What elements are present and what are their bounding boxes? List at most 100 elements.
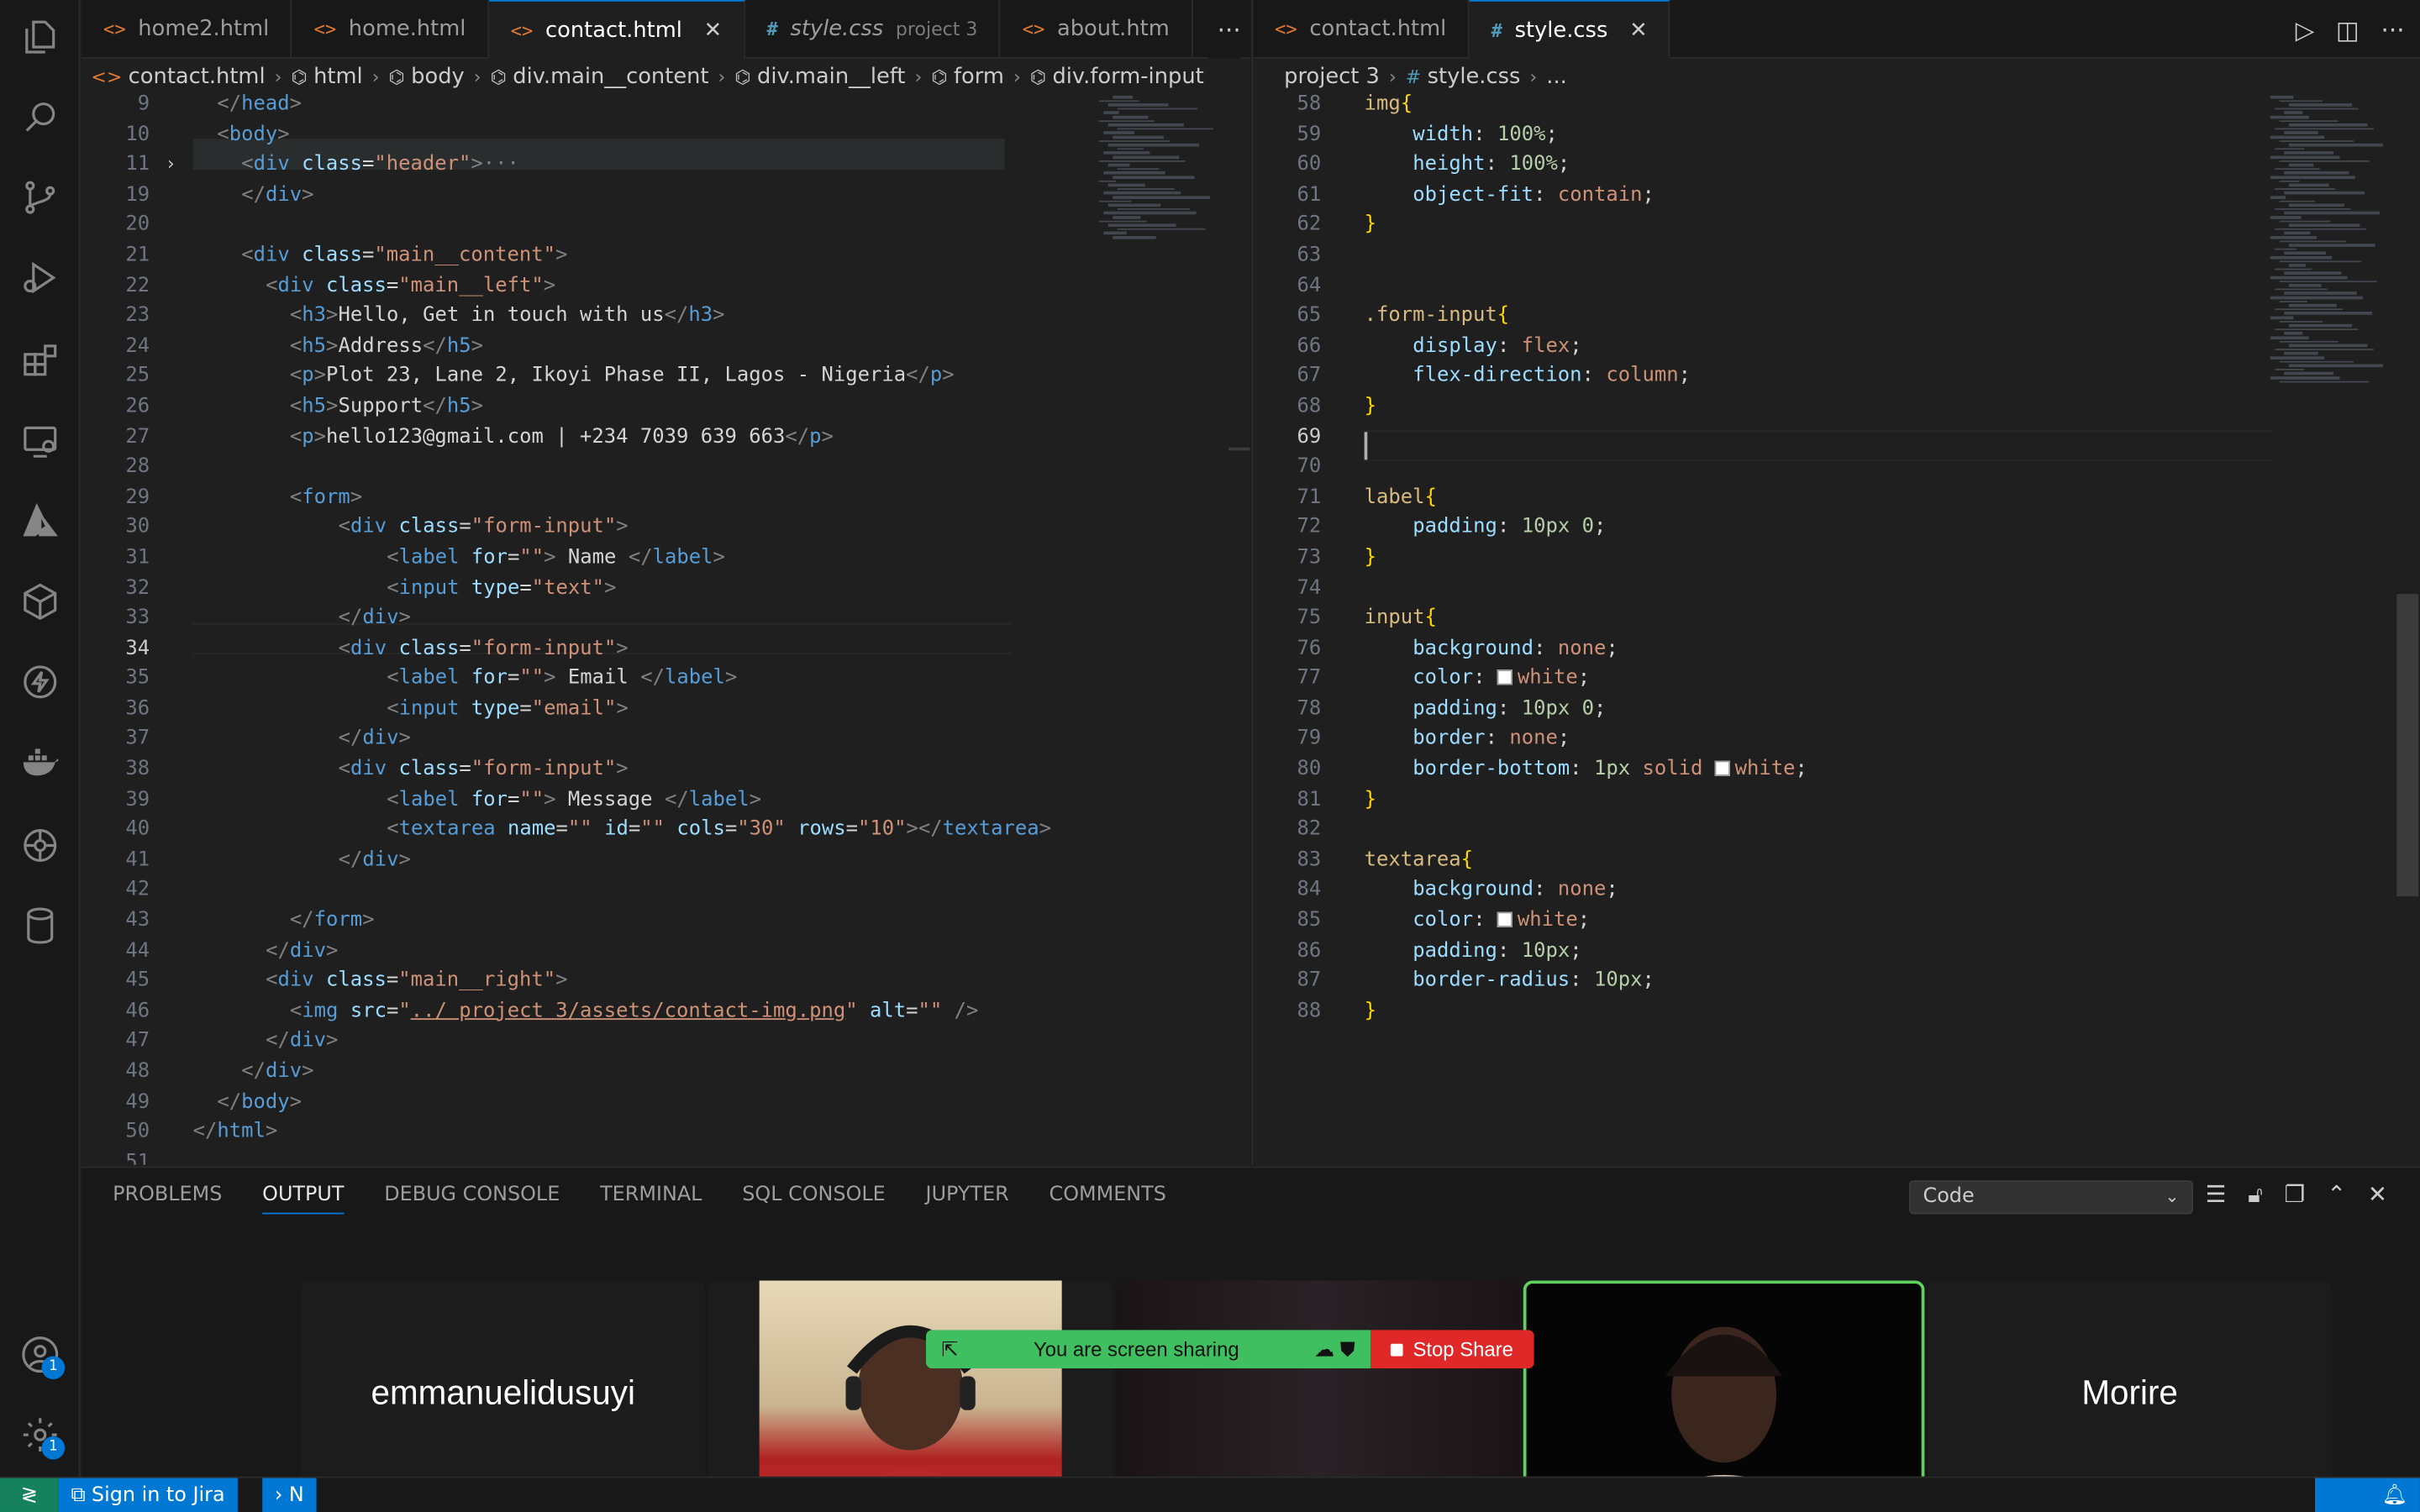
panel-tab[interactable]: COMMENTS: [1050, 1184, 1166, 1215]
code-editor-html[interactable]: 9 </head> 10 <body> 11 › <div class="header">·…: [82, 90, 1085, 1165]
tab-style-css[interactable]: # style.css project 3: [745, 0, 1002, 59]
fold-chevron-icon[interactable]: ›: [166, 150, 176, 181]
breadcrumb-item[interactable]: ⌬ div.main__content: [491, 65, 709, 89]
breadcrumb-item[interactable]: ⌬ body: [389, 65, 465, 89]
breadcrumb-item[interactable]: ⌬ html: [292, 65, 363, 89]
code-line[interactable]: 75 input{: [1253, 603, 2271, 633]
code-line[interactable]: 36 <input type="email">: [82, 694, 1085, 724]
code-line[interactable]: 78 padding: 10px 0;: [1253, 694, 2271, 724]
code-line[interactable]: 9 </head>: [82, 90, 1085, 120]
participant-video-tile-dark[interactable]: [1115, 1280, 1521, 1509]
code-line[interactable]: 20: [82, 210, 1085, 240]
code-line[interactable]: 21 <div class="main__content">: [82, 240, 1085, 270]
kubernetes-icon[interactable]: [15, 821, 65, 870]
split-editor-icon[interactable]: ◫: [2336, 14, 2360, 44]
code-line[interactable]: 69: [1253, 422, 2271, 452]
code-line[interactable]: 45 <div class="main__right">: [82, 966, 1085, 996]
code-line[interactable]: 10 <body>: [82, 120, 1085, 150]
bell-icon[interactable]: 🔔︎: [2382, 1484, 2407, 1508]
code-line[interactable]: 22 <div class="main__left">: [82, 270, 1085, 301]
tab-style-css-right[interactable]: # style.css ✕: [1469, 0, 1671, 59]
breadcrumb-item[interactable]: <> contact.html: [91, 65, 265, 89]
code-line[interactable]: 46 <img src="../ project 3/assets/contact…: [82, 996, 1085, 1026]
tab-home2-html[interactable]: <> home2.html: [82, 0, 292, 59]
code-line[interactable]: 60 height: 100%;: [1253, 150, 2271, 181]
code-line[interactable]: 88}: [1253, 996, 2271, 1026]
code-line[interactable]: 27 <p>hello123@gmail.com | +234 7039 639 …: [82, 422, 1085, 452]
scrollbar-left[interactable]: [1228, 447, 1250, 451]
code-line[interactable]: 32 <input type="text">: [82, 573, 1085, 603]
code-line[interactable]: 87 border-radius: 10px;: [1253, 966, 2271, 996]
more-actions-icon[interactable]: ···: [1218, 14, 1241, 44]
code-line[interactable]: 28: [82, 452, 1085, 482]
run-debug-icon[interactable]: [15, 253, 65, 302]
code-line[interactable]: 71 label{: [1253, 482, 2271, 512]
code-line[interactable]: 62}: [1253, 210, 2271, 240]
source-control-icon[interactable]: [15, 173, 65, 223]
minimap-right[interactable]: [2264, 95, 2418, 383]
code-line[interactable]: 85 color: white;: [1253, 906, 2271, 936]
panel-tab[interactable]: DEBUG CONSOLE: [384, 1184, 560, 1215]
code-line[interactable]: 65 .form-input{: [1253, 301, 2271, 331]
code-line[interactable]: 61 object-fit: contain;: [1253, 180, 2271, 210]
open-editor-icon[interactable]: ❐: [2285, 1180, 2306, 1208]
breadcrumb-item[interactable]: ⌬ div.form-input: [1030, 65, 1204, 89]
code-line[interactable]: 25 <p>Plot 23, Lane 2, Ikoyi Phase II, La…: [82, 361, 1085, 391]
accounts-icon[interactable]: 1: [15, 1330, 66, 1380]
panel-tab[interactable]: JUPYTER: [926, 1184, 1009, 1215]
code-line[interactable]: 63: [1253, 240, 2271, 270]
code-line[interactable]: 77 color: white;: [1253, 664, 2271, 694]
close-tab-icon[interactable]: ✕: [704, 18, 723, 42]
participant-tile[interactable]: Morire: [1928, 1280, 2333, 1509]
code-line[interactable]: 34 <div class="form-input">: [82, 633, 1085, 664]
database-icon[interactable]: [15, 901, 65, 951]
breadcrumb-item[interactable]: ...: [1546, 65, 1567, 89]
breadcrumb-item[interactable]: project 3: [1284, 65, 1380, 89]
docker-icon[interactable]: [15, 738, 65, 787]
tab-about-html[interactable]: <> about.htm: [1001, 0, 1193, 59]
code-line[interactable]: 83 textarea{: [1253, 845, 2271, 875]
panel-tab[interactable]: PROBLEMS: [113, 1184, 222, 1215]
code-line[interactable]: 86 padding: 10px;: [1253, 936, 2271, 966]
more-actions-icon[interactable]: ···: [2381, 14, 2405, 44]
code-line[interactable]: 80 border-bottom: 1px solid white;: [1253, 754, 2271, 785]
close-panel-icon[interactable]: ✕: [2368, 1180, 2387, 1208]
code-line[interactable]: 67 flex-direction: column;: [1253, 361, 2271, 391]
code-line[interactable]: 66 display: flex;: [1253, 331, 2271, 361]
code-line[interactable]: 43 </form>: [82, 906, 1085, 936]
output-channel-select[interactable]: Code ⌄: [1908, 1180, 2193, 1215]
code-line[interactable]: 47 </div>: [82, 1026, 1085, 1057]
code-line[interactable]: 11 › <div class="header">···: [82, 150, 1085, 181]
search-icon[interactable]: [15, 92, 65, 142]
notifications-area[interactable]: 🔔︎: [2315, 1478, 2420, 1512]
active-speaker-tile[interactable]: [1523, 1280, 1925, 1509]
explorer-icon[interactable]: [15, 13, 65, 62]
code-line[interactable]: 39 <label for=""> Message </label>: [82, 785, 1085, 815]
code-line[interactable]: 24 <h5>Address</h5>: [82, 331, 1085, 361]
code-line[interactable]: 64: [1253, 270, 2271, 301]
thunder-client-icon[interactable]: [15, 657, 65, 706]
code-line[interactable]: 49 </body>: [82, 1087, 1085, 1117]
code-line[interactable]: 70: [1253, 452, 2271, 482]
share-status[interactable]: ⇱ You are screen sharing ☁ ⛊: [926, 1330, 1370, 1369]
status-next-item[interactable]: › N: [262, 1478, 317, 1512]
breadcrumb-item[interactable]: ⌬ form: [931, 65, 1004, 89]
breadcrumb-item[interactable]: ⌬ div.main__left: [734, 65, 905, 89]
minimap-left[interactable]: [1092, 95, 1247, 250]
maximize-panel-icon[interactable]: ⌃: [2327, 1180, 2346, 1208]
code-line[interactable]: 74: [1253, 573, 2271, 603]
code-line[interactable]: 82: [1253, 815, 2271, 845]
drag-handle-icon[interactable]: ⇱: [941, 1337, 958, 1362]
extensions-icon[interactable]: [15, 336, 65, 386]
close-tab-icon[interactable]: ✕: [1629, 18, 1648, 42]
code-line[interactable]: 29 <form>: [82, 482, 1085, 512]
settings-gear-icon[interactable]: 1: [15, 1410, 66, 1460]
tab-home-html[interactable]: <> home.html: [292, 0, 490, 59]
code-line[interactable]: 26 <h5>Support</h5>: [82, 391, 1085, 422]
code-line[interactable]: 68}: [1253, 391, 2271, 422]
code-editor-css[interactable]: 58 img{59 width: 100%; 60 height: 100%; 61 obj…: [1253, 90, 2272, 1159]
lock-scroll-icon[interactable]: 🔓︎: [2248, 1180, 2263, 1208]
run-icon[interactable]: ▷: [2296, 14, 2315, 44]
remote-indicator-icon[interactable]: ≷: [0, 1478, 59, 1512]
code-line[interactable]: 41 </div>: [82, 845, 1085, 875]
